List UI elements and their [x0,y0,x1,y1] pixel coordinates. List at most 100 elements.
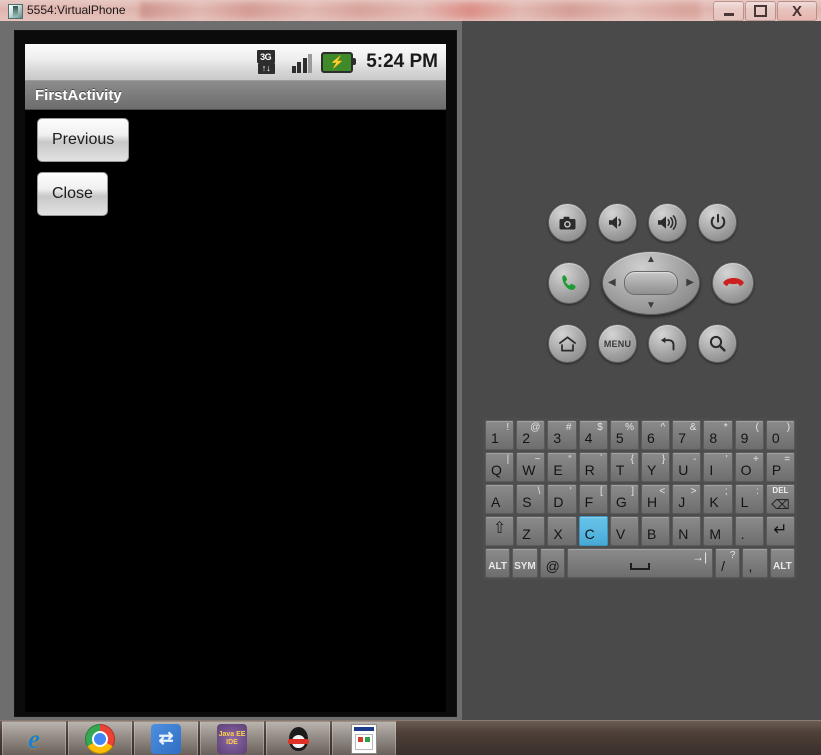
dpad-up-arrow[interactable]: ▲ [646,255,656,265]
camera-button[interactable] [548,203,587,242]
end-call-button[interactable] [712,262,754,304]
taskbar-java-ee-ide[interactable]: Java EE IDE [200,721,264,755]
key-[interactable]: @ [539,548,565,578]
dpad-right-arrow[interactable]: ▶ [686,278,694,288]
call-button[interactable] [548,262,590,304]
key-l[interactable]: L: [734,484,764,514]
background-window-blur [140,2,700,19]
keyboard-row-5: ALT SYM @ →| /?, ALT [485,548,796,578]
key-0[interactable]: 0) [765,420,796,450]
key-alt[interactable]: ALT [769,548,796,578]
key-c[interactable]: C [578,516,608,546]
previous-button[interactable]: Previous [37,118,130,162]
taskbar-qq[interactable] [266,721,330,755]
taskbar-document[interactable] [332,721,396,755]
key-o[interactable]: O + [734,452,764,482]
key-r[interactable]: R ` [578,452,608,482]
taskbar-internet-explorer[interactable]: e [2,721,66,755]
key-9[interactable]: 9( [734,420,764,450]
minimize-button[interactable] [713,1,744,21]
key-sym[interactable]: SYM [512,548,538,578]
dpad-down-arrow[interactable]: ▼ [646,301,656,311]
close-button[interactable]: Close [37,172,108,216]
close-window-button[interactable]: X [777,1,817,21]
key-u[interactable]: U- [672,452,702,482]
volume-up-button[interactable] [648,203,687,242]
key-w[interactable]: W ~ [516,452,546,482]
network-label: 3G [256,50,275,63]
enter-icon: ↵ [773,520,788,539]
dpad-left-arrow[interactable]: ◀ [608,278,616,288]
key-q[interactable]: Q | [485,452,515,482]
key-t[interactable]: T{ [609,452,640,482]
key-x[interactable]: X [547,516,577,546]
key-h[interactable]: H < [641,484,671,514]
dpad-center-button[interactable] [624,271,678,295]
maximize-button[interactable] [745,1,776,21]
key-primary: E [553,462,563,478]
key-alt: $ [597,422,603,433]
key-alt: \ [537,486,541,497]
key-2[interactable]: 2 @ [516,420,546,450]
key-alt: + [752,454,759,465]
key-1[interactable]: 1! [485,420,515,450]
key-alt[interactable]: ALT [485,548,511,578]
key-d[interactable]: D ' [547,484,577,514]
key-8[interactable]: 8 * [703,420,733,450]
key-primary: W [522,462,536,478]
key-s[interactable]: S \ [516,484,546,514]
virtual-keyboard[interactable]: 1! 2 @3 #4 $5% 6 ^ 7 & 8 * 9(0) Q | W ~ E “R ` T{Y} U - I ' O + P =… [483,418,797,580]
dpad[interactable]: ▲ ▼ ◀ ▶ [602,251,700,315]
key-p[interactable]: P = [765,452,796,482]
key-7[interactable]: 7 & [672,420,702,450]
key-5[interactable]: 5% [609,420,640,450]
menu-button[interactable]: MENU [598,324,637,363]
search-button[interactable] [698,324,737,363]
key-[interactable]: , [742,548,768,578]
key-primary: 3 [553,430,562,446]
key-e[interactable]: E “ [547,452,577,482]
power-button[interactable] [698,203,737,242]
key-n[interactable]: N [672,516,702,546]
key-6[interactable]: 6 ^ [641,420,671,450]
key-[interactable]: . [734,516,764,546]
back-button[interactable] [648,324,687,363]
key-primary: @ [545,558,560,574]
key-[interactable]: ⇧ [485,516,515,546]
key-4[interactable]: 4 $ [578,420,608,450]
key-primary: S [522,494,532,510]
key-[interactable]: ↵ [765,516,796,546]
key-primary: F [584,494,594,510]
key-del[interactable]: DEL ⌫ [765,484,796,514]
key-alt: ' [725,454,728,465]
key-m[interactable]: M [703,516,733,546]
key-f[interactable]: F[ [578,484,608,514]
key-[interactable]: /? [715,548,741,578]
volume-down-button[interactable] [598,203,637,242]
hardware-row-top [548,203,737,242]
key-alt: % [625,422,635,433]
taskbar-chrome[interactable] [68,721,132,755]
windows-taskbar: e ⇄ Java EE IDE [0,720,821,755]
network-arrows: ↑↓ [257,63,275,74]
key-primary: K [709,494,719,510]
window-title: 5554:VirtualPhone [27,3,126,17]
key-space[interactable]: →| [566,548,714,578]
key-primary: M [709,526,722,542]
key-z[interactable]: Z [516,516,546,546]
key-b[interactable]: B [641,516,671,546]
key-alt: & [689,422,697,433]
key-y[interactable]: Y} [641,452,671,482]
backspace-icon: ⌫ [771,497,790,512]
document-icon [351,723,377,754]
home-button[interactable] [548,324,587,363]
key-g[interactable]: G] [609,484,640,514]
key-3[interactable]: 3 # [547,420,577,450]
taskbar-blue-app[interactable]: ⇄ [134,721,198,755]
key-k[interactable]: K; [703,484,733,514]
key-j[interactable]: J > [672,484,702,514]
key-i[interactable]: I ' [703,452,733,482]
key-alt: < [659,486,666,497]
key-a[interactable]: A [485,484,515,514]
key-v[interactable]: V [609,516,640,546]
